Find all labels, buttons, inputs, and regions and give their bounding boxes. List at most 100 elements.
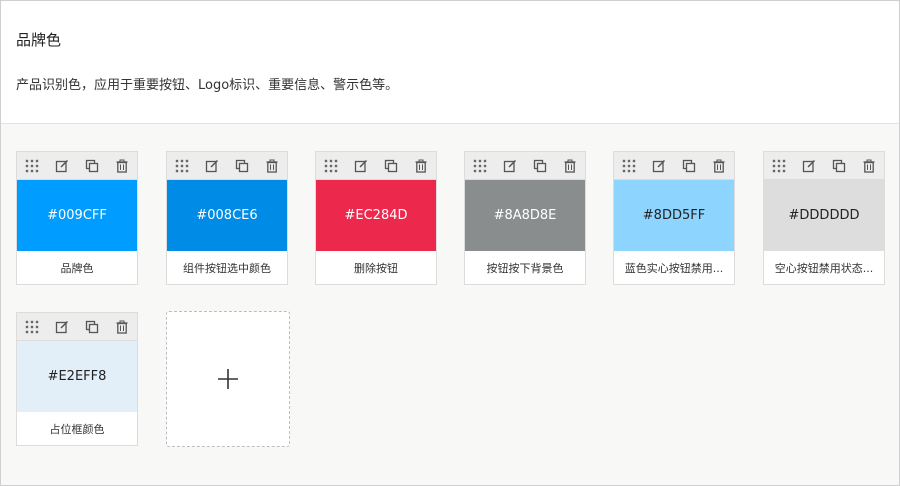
- color-card[interactable]: #009CFF 品牌色: [16, 151, 138, 285]
- delete-button[interactable]: [411, 156, 431, 176]
- copy-button[interactable]: [232, 156, 252, 176]
- section-header: 品牌色 产品识别色，应用于重要按钮、Logo标识、重要信息、警示色等。: [1, 1, 899, 124]
- drag-grip-icon: [25, 320, 39, 333]
- drag-grip-icon: [25, 159, 39, 172]
- color-hex-value: #E2EFF8: [47, 369, 107, 384]
- drag-grip-icon: [324, 159, 338, 172]
- delete-button[interactable]: [112, 156, 132, 176]
- delete-icon: [116, 159, 128, 173]
- edit-icon: [205, 159, 219, 172]
- color-hex-value: #8DD5FF: [642, 208, 706, 223]
- copy-button[interactable]: [82, 156, 102, 176]
- color-label-text: 删除按钮: [354, 261, 398, 275]
- color-card[interactable]: #E2EFF8 占位框颜色: [16, 312, 138, 446]
- drag-handle[interactable]: [22, 156, 42, 176]
- color-label-text: 空心按钮禁用状态...: [774, 261, 874, 275]
- copy-button[interactable]: [381, 156, 401, 176]
- color-label: 按钮按下背景色: [465, 251, 585, 284]
- delete-button[interactable]: [112, 317, 132, 337]
- color-card-toolbar: [17, 313, 137, 341]
- edit-button[interactable]: [649, 156, 669, 176]
- delete-icon: [116, 320, 128, 334]
- color-hex-value: #EC284D: [344, 208, 408, 223]
- delete-icon: [415, 159, 427, 173]
- add-color-button[interactable]: [166, 311, 290, 447]
- edit-icon: [503, 159, 517, 172]
- color-card[interactable]: #8A8D8E 按钮按下背景色: [464, 151, 586, 285]
- delete-button[interactable]: [859, 156, 879, 176]
- color-swatch: #E2EFF8: [17, 341, 137, 412]
- color-label-text: 蓝色实心按钮禁用...: [624, 261, 724, 275]
- delete-icon: [863, 159, 875, 173]
- plus-icon: [218, 369, 238, 389]
- edit-icon: [802, 159, 816, 172]
- color-card[interactable]: #008CE6 组件按钮选中颜色: [166, 151, 288, 285]
- color-card-toolbar: [316, 152, 436, 180]
- copy-button[interactable]: [82, 317, 102, 337]
- color-card-toolbar: [167, 152, 287, 180]
- color-label: 组件按钮选中颜色: [167, 251, 287, 284]
- drag-handle[interactable]: [769, 156, 789, 176]
- color-swatch: #8DD5FF: [614, 180, 734, 251]
- color-label: 删除按钮: [316, 251, 436, 284]
- copy-button[interactable]: [679, 156, 699, 176]
- delete-icon: [564, 159, 576, 173]
- delete-button[interactable]: [262, 156, 282, 176]
- color-label: 占位框颜色: [17, 412, 137, 445]
- copy-icon: [533, 159, 547, 172]
- drag-grip-icon: [473, 159, 487, 172]
- edit-button[interactable]: [799, 156, 819, 176]
- delete-button[interactable]: [709, 156, 729, 176]
- color-card-toolbar: [465, 152, 585, 180]
- color-label: 蓝色实心按钮禁用...: [614, 251, 734, 284]
- copy-icon: [682, 159, 696, 172]
- color-hex-value: #DDDDDD: [788, 208, 860, 223]
- app-frame: 品牌色 产品识别色，应用于重要按钮、Logo标识、重要信息、警示色等。 #009…: [0, 0, 900, 486]
- drag-handle[interactable]: [22, 317, 42, 337]
- edit-icon: [55, 159, 69, 172]
- color-card-toolbar: [614, 152, 734, 180]
- color-swatch: #009CFF: [17, 180, 137, 251]
- edit-button[interactable]: [500, 156, 520, 176]
- section-title: 品牌色: [16, 31, 62, 49]
- copy-icon: [85, 320, 99, 333]
- copy-icon: [235, 159, 249, 172]
- drag-handle[interactable]: [321, 156, 341, 176]
- color-swatch: #DDDDDD: [764, 180, 884, 251]
- copy-icon: [384, 159, 398, 172]
- color-card[interactable]: #EC284D 删除按钮: [315, 151, 437, 285]
- edit-icon: [354, 159, 368, 172]
- color-hex-value: #8A8D8E: [493, 208, 557, 223]
- color-label-text: 按钮按下背景色: [486, 261, 564, 275]
- edit-button[interactable]: [52, 317, 72, 337]
- delete-icon: [713, 159, 725, 173]
- edit-icon: [55, 320, 69, 333]
- copy-button[interactable]: [829, 156, 849, 176]
- color-label-text: 组件按钮选中颜色: [183, 261, 271, 275]
- color-swatch: #EC284D: [316, 180, 436, 251]
- section-description: 产品识别色，应用于重要按钮、Logo标识、重要信息、警示色等。: [16, 78, 399, 93]
- color-label: 空心按钮禁用状态...: [764, 251, 884, 284]
- drag-grip-icon: [175, 159, 189, 172]
- copy-button[interactable]: [530, 156, 550, 176]
- color-label-text: 品牌色: [60, 261, 94, 275]
- color-card[interactable]: #DDDDDD 空心按钮禁用状态...: [763, 151, 885, 285]
- color-label-text: 占位框颜色: [49, 422, 105, 436]
- color-swatch: #008CE6: [167, 180, 287, 251]
- drag-handle[interactable]: [470, 156, 490, 176]
- drag-handle[interactable]: [619, 156, 639, 176]
- delete-button[interactable]: [560, 156, 580, 176]
- edit-icon: [652, 159, 666, 172]
- color-hex-value: #008CE6: [196, 208, 258, 223]
- color-card-toolbar: [764, 152, 884, 180]
- color-card[interactable]: #8DD5FF 蓝色实心按钮禁用...: [613, 151, 735, 285]
- edit-button[interactable]: [202, 156, 222, 176]
- drag-handle[interactable]: [172, 156, 192, 176]
- color-label: 品牌色: [17, 251, 137, 284]
- edit-button[interactable]: [351, 156, 371, 176]
- delete-icon: [266, 159, 278, 173]
- color-card-toolbar: [17, 152, 137, 180]
- copy-icon: [85, 159, 99, 172]
- edit-button[interactable]: [52, 156, 72, 176]
- copy-icon: [832, 159, 846, 172]
